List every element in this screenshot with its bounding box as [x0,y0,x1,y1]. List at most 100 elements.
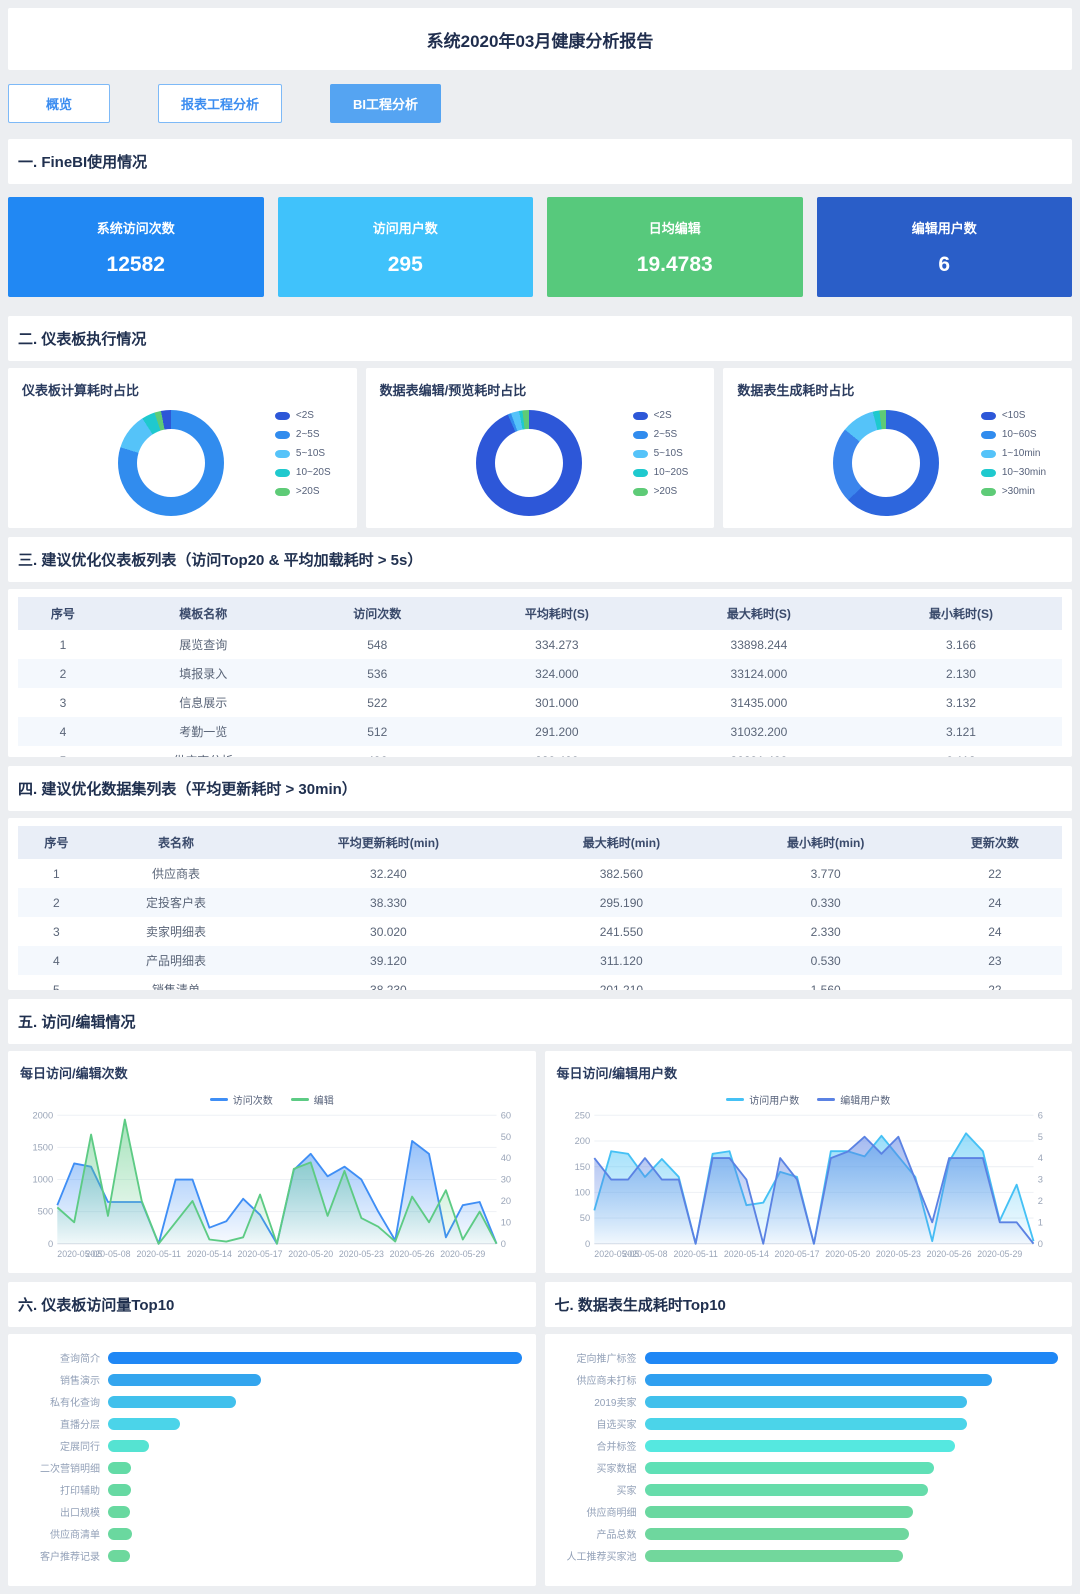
table-cell: 496 [299,746,456,757]
table-cell: 2 [18,659,108,688]
legend-item[interactable]: 2~5S [275,429,331,440]
table-cell: 24 [928,917,1062,946]
legend-swatch [275,450,290,458]
table-cell: 24 [928,888,1062,917]
svg-text:2020-05-08: 2020-05-08 [85,1249,130,1259]
bar-track [645,1352,1059,1364]
column-header: 序号 [18,826,95,859]
legend-swatch [981,450,996,458]
legend-swatch [981,469,996,477]
column-header: 序号 [18,597,108,630]
svg-text:2020-05-26: 2020-05-26 [926,1249,971,1259]
bar-row: 2019卖家 [559,1394,1059,1409]
legend-item[interactable]: <2S [633,410,689,421]
table-row: 2定投客户表38.330295.1900.33024 [18,888,1062,917]
table-cell: 1.560 [724,975,928,990]
bar-label: 二次营销明细 [22,1460,108,1475]
bar-label: 合并标签 [559,1438,645,1453]
legend-item[interactable]: 10~30min [981,467,1046,478]
bar-label: 供应商未打标 [559,1372,645,1387]
legend-item[interactable]: 编辑用户数 [817,1092,890,1107]
legend-item[interactable]: 访问用户数 [726,1092,799,1107]
bar [108,1396,236,1408]
kpi-card-4: 编辑用户数6 [817,197,1073,297]
legend-swatch [981,412,996,420]
table-cell: 5 [18,975,95,990]
svg-text:2020-05-23: 2020-05-23 [875,1249,920,1259]
legend-item[interactable]: 2~5S [633,429,689,440]
bar-track [108,1440,522,1452]
donut-title: 数据表编辑/预览耗时占比 [380,380,701,399]
bar-track [645,1462,1059,1474]
table-cell: 536 [299,659,456,688]
line-chart-legend: 访问用户数 编辑用户数 [557,1092,1061,1107]
section-visit-edit: 五. 访问/编辑情况 每日访问/编辑次数访问次数编辑05001000150020… [8,999,1072,1273]
line-chart-title: 每日访问/编辑次数 [20,1063,524,1082]
legend-swatch [275,412,290,420]
bar-row: 客户推荐记录 [22,1548,522,1563]
column-header: 最大耗时(S) [658,597,860,630]
table-row: 1供应商表32.240382.5603.77022 [18,859,1062,888]
column-header: 最小耗时(min) [724,826,928,859]
bar-row: 直播分层 [22,1416,522,1431]
line-chart-svg: 050010001500200001020304050602020-05-052… [20,1107,524,1262]
svg-text:2020-05-11: 2020-05-11 [673,1249,717,1259]
legend-item[interactable]: 编辑 [291,1092,334,1107]
bar [645,1418,968,1430]
bar-row: 供应商清单 [22,1526,522,1541]
table-cell: 32.240 [257,859,519,888]
bar [645,1528,910,1540]
donut-legend: <10S 10~60S 1~10min 10~30min >30min [981,410,1046,497]
bar-label: 自选买家 [559,1416,645,1431]
bar-track [645,1396,1059,1408]
legend-label: 5~10S [654,448,683,459]
table-cell: 产品明细表 [95,946,258,975]
donut-title: 数据表生成耗时占比 [737,380,1058,399]
table-cell: 4 [18,946,95,975]
bar [645,1550,903,1562]
legend-item[interactable]: <10S [981,410,1046,421]
table-head: 序号表名称平均更新耗时(min)最大耗时(min)最小耗时(min)更新次数 [18,826,1062,859]
bar-row: 私有化查询 [22,1394,522,1409]
legend-item[interactable]: 5~10S [633,448,689,459]
bar-row: 定展同行 [22,1438,522,1453]
svg-text:40: 40 [501,1153,511,1163]
svg-text:50: 50 [579,1213,589,1223]
bar-row: 买家数据 [559,1460,1059,1475]
legend-item[interactable]: 10~60S [981,429,1046,440]
table-cell: 33898.244 [658,630,860,659]
tab-1[interactable]: 概览 [8,84,110,123]
legend-item[interactable]: >20S [633,486,689,497]
report-header: 系统2020年03月健康分析报告 [8,8,1072,70]
top10-columns: 六. 仪表板访问量Top10 查询简介销售演示私有化查询直播分层定展同行二次营销… [8,1282,1072,1586]
legend-item[interactable]: 5~10S [275,448,331,459]
svg-text:2020-05-29: 2020-05-29 [440,1249,485,1259]
legend-label: 访问用户数 [749,1092,799,1107]
legend-item[interactable]: 1~10min [981,448,1046,459]
legend-label: >20S [296,486,320,497]
bar-label: 定向推广标签 [559,1350,645,1365]
svg-text:1500: 1500 [32,1143,53,1153]
tab-2[interactable]: 报表工程分析 [158,84,282,123]
legend-item[interactable]: <2S [275,410,331,421]
table-head: 序号模板名称访问次数平均耗时(S)最大耗时(S)最小耗时(S) [18,597,1062,630]
kpi-value: 12582 [107,253,165,277]
table-row: 4考勤一览512291.20031032.2003.121 [18,717,1062,746]
legend-item[interactable]: >30min [981,486,1046,497]
legend-label: 访问次数 [233,1092,273,1107]
donut-chart [118,410,224,516]
dashboard-top10-chart: 查询简介销售演示私有化查询直播分层定展同行二次营销明细打印辅助出口规模供应商清单… [8,1334,536,1586]
bar-track [108,1374,522,1386]
table-cell: 信息展示 [108,688,299,717]
bar-track [108,1352,522,1364]
donut-legend: <2S 2~5S 5~10S 10~20S >20S [275,410,331,497]
legend-item[interactable]: 10~20S [633,467,689,478]
legend-item[interactable]: >20S [275,486,331,497]
table-cell: 548 [299,630,456,659]
legend-item[interactable]: 访问次数 [210,1092,273,1107]
donut-hole [137,429,205,497]
svg-text:3: 3 [1037,1175,1042,1185]
svg-text:0: 0 [501,1239,506,1249]
tab-3[interactable]: BI工程分析 [330,84,441,123]
legend-item[interactable]: 10~20S [275,467,331,478]
